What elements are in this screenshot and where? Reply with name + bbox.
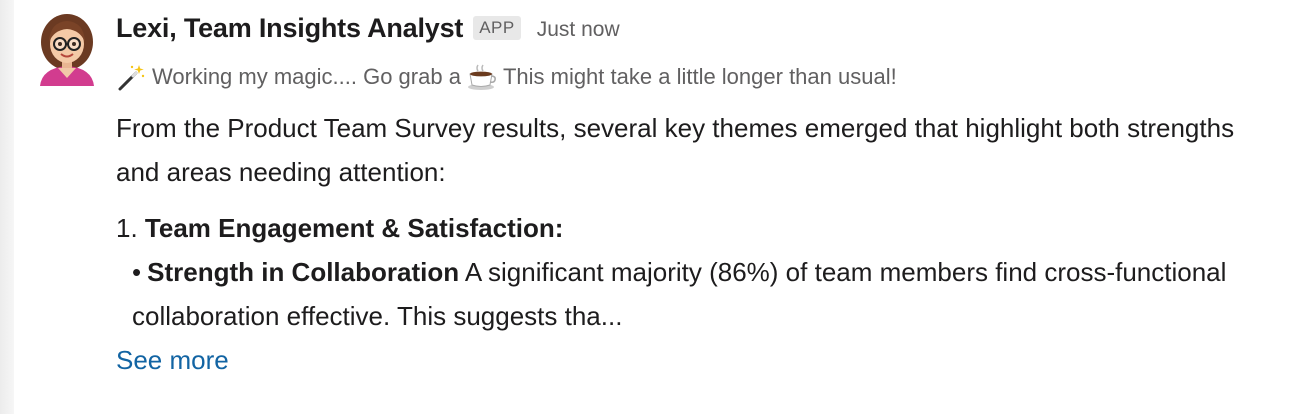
bullet-dot: • xyxy=(132,257,142,287)
coffee-icon xyxy=(467,64,496,90)
numbered-list: 1. Team Engagement & Satisfaction: • Stre… xyxy=(116,206,1276,338)
avatar-icon xyxy=(40,14,94,86)
status-line: Working my magic.... Go grab a This migh… xyxy=(116,62,1276,92)
message-content: Lexi, Team Insights Analyst APP Just now… xyxy=(116,10,1276,382)
see-more-link[interactable]: See more xyxy=(116,338,1276,382)
message-header: Lexi, Team Insights Analyst APP Just now xyxy=(116,10,1276,46)
sender-name[interactable]: Lexi, Team Insights Analyst xyxy=(116,13,463,44)
list-item: 1. Team Engagement & Satisfaction: xyxy=(116,206,1276,250)
avatar[interactable] xyxy=(36,12,98,86)
list-item-title: Team Engagement & Satisfaction: xyxy=(144,213,564,243)
bullet-item: • Strength in Collaboration A significant… xyxy=(116,250,1276,338)
status-text-end: This might take a little longer than usu… xyxy=(502,64,897,89)
app-badge: APP xyxy=(473,16,521,40)
timestamp[interactable]: Just now xyxy=(537,18,620,42)
list-item-number: 1. xyxy=(116,213,138,243)
magic-wand-icon xyxy=(118,65,145,91)
left-gutter xyxy=(0,0,14,414)
bullet-title: Strength in Collaboration xyxy=(147,257,460,287)
message-body: From the Product Team Survey results, se… xyxy=(116,106,1276,382)
status-text-start: Working my magic.... Go grab a xyxy=(152,64,461,89)
intro-paragraph: From the Product Team Survey results, se… xyxy=(116,113,1235,187)
